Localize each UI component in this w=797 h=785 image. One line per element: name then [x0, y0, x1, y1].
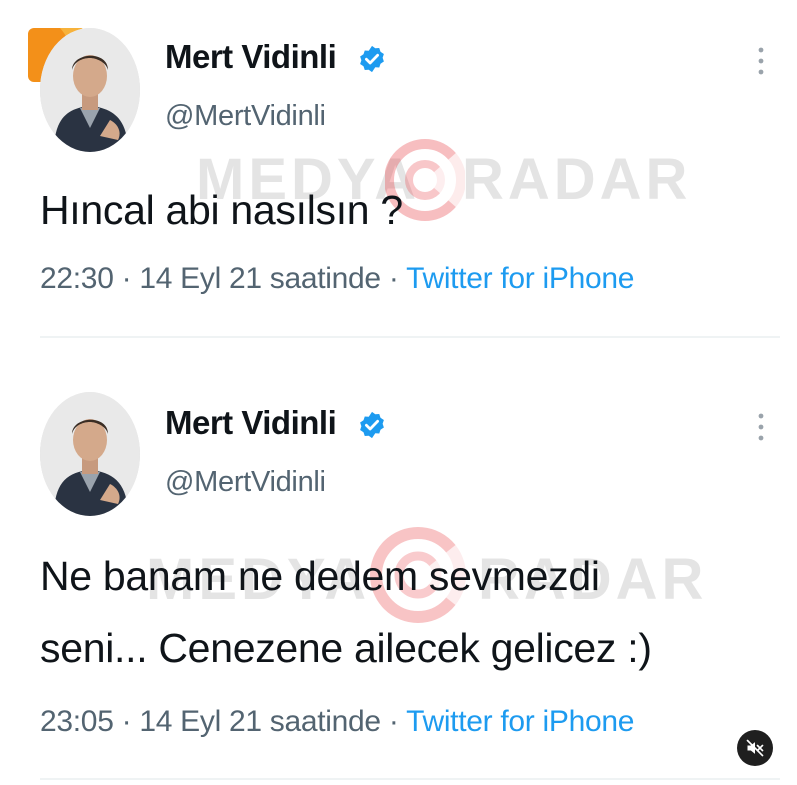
- verified-badge-icon: [360, 45, 384, 73]
- profile-photo: [40, 392, 140, 516]
- tweet-text-line-1: Ne banam ne dedem sevmezdi: [40, 553, 600, 599]
- display-name[interactable]: Mert Vidinli: [165, 38, 337, 76]
- meta-separator: ·: [121, 262, 132, 295]
- tweet-time[interactable]: 23:05: [40, 705, 114, 738]
- tweet-text: Hıncal abi nasılsın ?: [40, 187, 403, 233]
- meta-separator: ·: [121, 705, 132, 738]
- meta-separator: ·: [388, 705, 399, 738]
- tweet-date[interactable]: 14 Eyl 21 saatinde: [139, 262, 381, 295]
- meta-separator: ·: [388, 262, 399, 295]
- verified-badge-icon: [360, 411, 384, 439]
- tweet-meta: 23:05 · 14 Eyl 21 saatinde · Twitter for…: [40, 705, 634, 739]
- tweet-time[interactable]: 22:30: [40, 262, 114, 295]
- divider: [40, 778, 780, 780]
- display-name[interactable]: Mert Vidinli: [165, 404, 337, 442]
- tweet-date[interactable]: 14 Eyl 21 saatinde: [139, 705, 381, 738]
- divider: [40, 336, 780, 338]
- speaker-muted-icon: [746, 739, 764, 757]
- user-handle[interactable]: @MertVidinli: [165, 100, 326, 133]
- tweet-source-link[interactable]: Twitter for iPhone: [406, 262, 634, 295]
- tweet-source-link[interactable]: Twitter for iPhone: [406, 705, 634, 738]
- mute-button[interactable]: [737, 730, 773, 766]
- profile-photo: [40, 28, 140, 152]
- avatar[interactable]: [40, 392, 140, 516]
- user-handle[interactable]: @MertVidinli: [165, 466, 326, 499]
- more-options-icon[interactable]: [752, 44, 770, 80]
- more-options-icon[interactable]: [752, 410, 770, 446]
- screenshot-page: Mert Vidinli @MertVidinli MEDYA RADAR Hı…: [0, 0, 797, 785]
- tweet-text-line-2: seni... Cenezene ailecek gelicez :): [40, 625, 652, 671]
- tweet-meta: 22:30 · 14 Eyl 21 saatinde · Twitter for…: [40, 262, 634, 296]
- avatar[interactable]: [40, 28, 140, 152]
